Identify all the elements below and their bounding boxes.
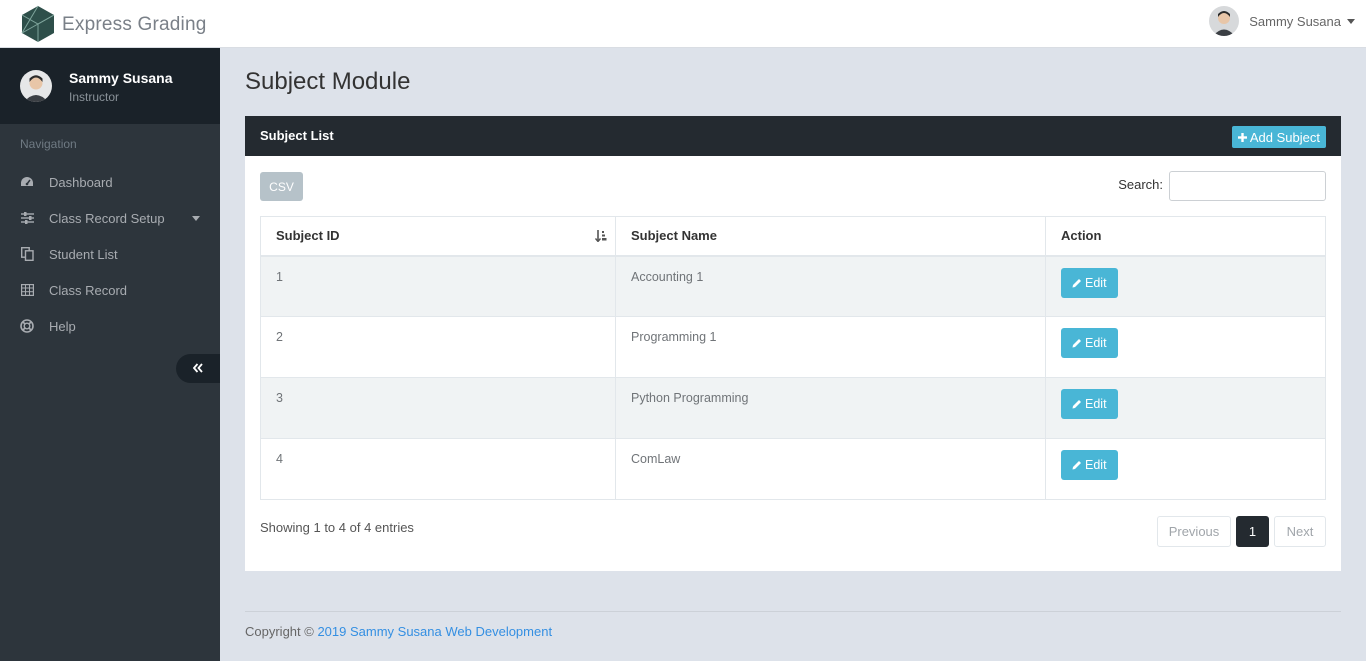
subject-name-cell: Python Programming — [615, 377, 1046, 439]
brand-logo-icon — [20, 5, 56, 46]
table-row: 2 Programming 1 Edit — [260, 316, 1326, 378]
avatar — [1209, 6, 1240, 36]
sidebar-item-label: Student List — [49, 246, 118, 262]
pencil-icon — [1072, 338, 1082, 348]
subject-list-panel: Subject List Add Subject CSV Search: Sub… — [245, 116, 1341, 571]
chevron-down-icon — [1347, 18, 1355, 24]
subject-name-cell: Accounting 1 — [615, 255, 1046, 317]
column-header-label: Subject ID — [276, 228, 340, 244]
pencil-icon — [1072, 278, 1082, 288]
page-title: Subject Module — [245, 68, 411, 95]
dashboard-icon — [20, 175, 34, 189]
edit-button[interactable]: Edit — [1061, 328, 1118, 358]
column-header-subject-id[interactable]: Subject ID — [260, 216, 616, 257]
sidebar-item-class-record-setup[interactable]: Class Record Setup — [0, 200, 220, 236]
user-name: Sammy Susana — [1249, 13, 1341, 29]
sort-icon — [594, 230, 607, 245]
action-cell: Edit — [1045, 377, 1326, 439]
sidebar-item-help[interactable]: Help — [0, 308, 220, 344]
sidebar-item-student-list[interactable]: Student List — [0, 236, 220, 272]
top-navbar: Express Grading Sammy Susana — [0, 0, 1366, 48]
pagination: Previous 1 Next — [1152, 516, 1326, 547]
footer-link[interactable]: 2019 Sammy Susana Web Development — [317, 624, 552, 639]
footer-copyright: Copyright © — [245, 624, 318, 639]
column-header-subject-name[interactable]: Subject Name — [615, 216, 1046, 257]
pencil-icon — [1072, 399, 1082, 409]
profile-name: Sammy Susana — [69, 70, 173, 86]
table-info: Showing 1 to 4 of 4 entries — [260, 520, 414, 535]
edit-label: Edit — [1085, 458, 1107, 472]
plus-icon — [1237, 129, 1247, 145]
footer: Copyright © 2019 Sammy Susana Web Develo… — [245, 624, 552, 639]
copy-icon — [20, 247, 34, 261]
sidebar-item-label: Help — [49, 318, 76, 334]
add-subject-label: Add Subject — [1249, 129, 1320, 145]
edit-label: Edit — [1085, 336, 1107, 350]
column-header-action: Action — [1045, 216, 1326, 257]
avatar — [20, 70, 52, 102]
lifebuoy-icon — [20, 319, 34, 333]
sidebar-item-dashboard[interactable]: Dashboard — [0, 164, 220, 200]
pagination-next[interactable]: Next — [1274, 516, 1326, 547]
action-cell: Edit — [1045, 438, 1326, 500]
subject-id-cell: 1 — [260, 255, 616, 317]
chevron-down-icon — [192, 216, 200, 221]
main-content: Subject Module Subject List Add Subject … — [220, 48, 1366, 661]
sidebar-item-label: Dashboard — [49, 174, 113, 190]
nav-header: Navigation — [20, 137, 77, 151]
sidebar-item-class-record[interactable]: Class Record — [0, 272, 220, 308]
subject-name-cell: ComLaw — [615, 438, 1046, 500]
sidebar-item-label: Class Record Setup — [49, 210, 165, 226]
sidebar: Sammy Susana Instructor Navigation Dashb… — [0, 48, 220, 661]
pencil-icon — [1072, 460, 1082, 470]
double-chevron-left-icon — [192, 360, 203, 377]
sidebar-minify-button[interactable] — [176, 354, 220, 383]
pagination-page[interactable]: 1 — [1236, 516, 1269, 547]
action-cell: Edit — [1045, 316, 1326, 378]
csv-export-button[interactable]: CSV — [260, 172, 303, 201]
pagination-previous[interactable]: Previous — [1157, 516, 1231, 547]
sliders-icon — [20, 211, 34, 225]
footer-divider — [245, 611, 1341, 612]
user-menu[interactable]: Sammy Susana — [1209, 6, 1355, 36]
sidebar-nav: Dashboard Class Record Setup Student Lis… — [0, 164, 220, 344]
subject-table: Subject ID Subject Name Action 1 Account… — [260, 216, 1326, 500]
brand-name: Express Grading — [62, 14, 207, 35]
search-label: Search: — [1118, 177, 1163, 192]
panel-heading: Subject List Add Subject — [245, 116, 1341, 156]
search-input[interactable] — [1169, 171, 1326, 201]
table-header-row: Subject ID Subject Name Action — [260, 216, 1326, 257]
brand[interactable]: Express Grading — [20, 5, 207, 46]
action-cell: Edit — [1045, 255, 1326, 317]
subject-id-cell: 2 — [260, 316, 616, 378]
panel-title: Subject List — [260, 128, 334, 143]
edit-label: Edit — [1085, 275, 1107, 290]
subject-id-cell: 4 — [260, 438, 616, 500]
edit-label: Edit — [1085, 397, 1107, 411]
table-row: 4 ComLaw Edit — [260, 438, 1326, 500]
sidebar-profile: Sammy Susana Instructor — [0, 48, 220, 124]
sidebar-item-label: Class Record — [49, 282, 128, 298]
edit-button[interactable]: Edit — [1061, 267, 1118, 298]
add-subject-button[interactable]: Add Subject — [1231, 126, 1326, 148]
table-row: 1 Accounting 1 Edit — [260, 255, 1326, 317]
subject-id-cell: 3 — [260, 377, 616, 439]
profile-role: Instructor — [69, 90, 120, 104]
table-icon — [20, 283, 34, 297]
subject-name-cell: Programming 1 — [615, 316, 1046, 378]
edit-button[interactable]: Edit — [1061, 450, 1118, 480]
table-row: 3 Python Programming Edit — [260, 377, 1326, 439]
edit-button[interactable]: Edit — [1061, 389, 1118, 419]
